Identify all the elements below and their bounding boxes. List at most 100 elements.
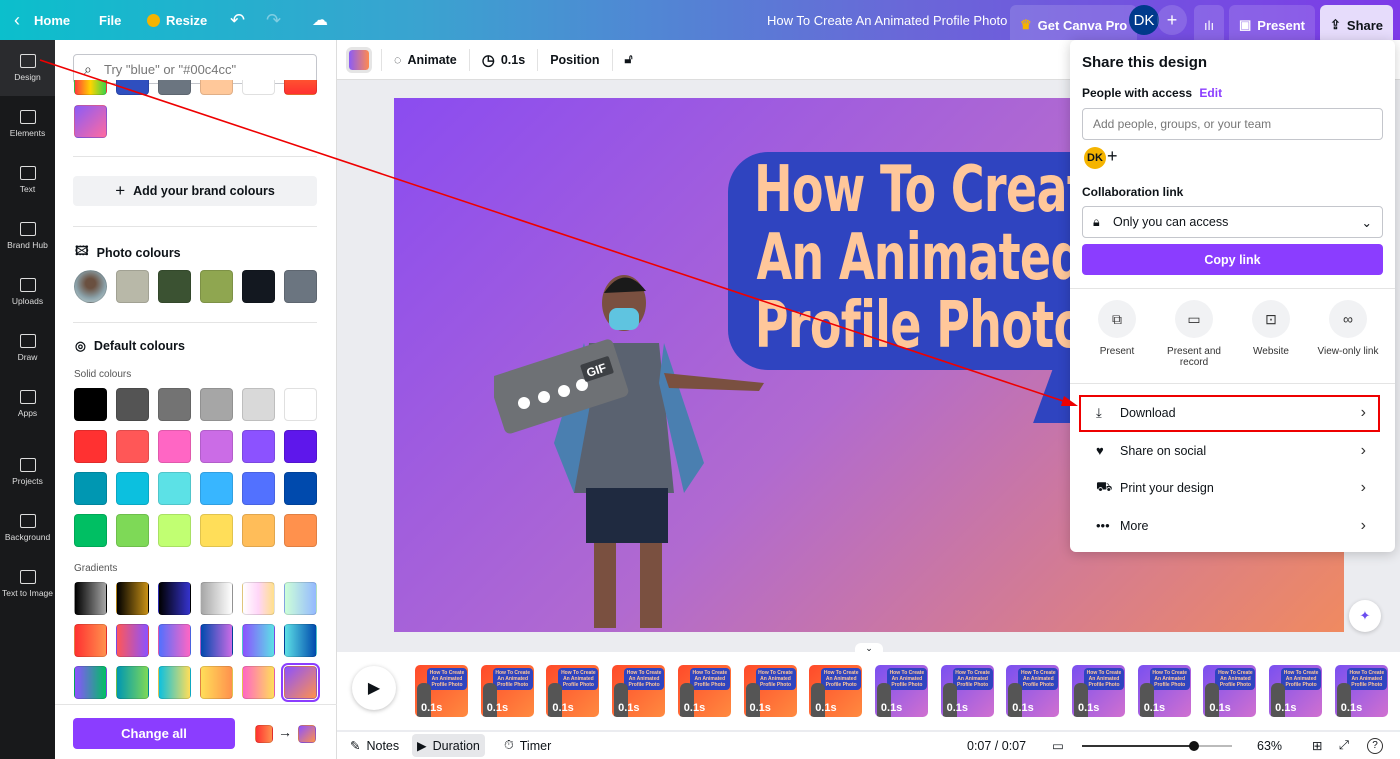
add-person-button[interactable]: + bbox=[1107, 146, 1118, 167]
page-thumbnail[interactable]: How To Create An Animated Profile Photo 0… bbox=[546, 665, 600, 717]
cloud-save-icon[interactable]: ☁ bbox=[312, 0, 328, 40]
present-button[interactable]: ▣ Present bbox=[1229, 5, 1315, 45]
redo-button[interactable]: ↷ bbox=[266, 0, 281, 40]
share-row-more[interactable]: ••• More › bbox=[1080, 508, 1380, 544]
solid-colour-swatch[interactable] bbox=[74, 388, 107, 421]
zoom-level[interactable]: 63% bbox=[1252, 734, 1287, 757]
solid-colour-swatch[interactable] bbox=[158, 472, 191, 505]
photo-swatch[interactable] bbox=[74, 270, 107, 303]
copy-link-button[interactable]: Copy link bbox=[1082, 244, 1383, 275]
share-option-present[interactable]: ⧉ Present bbox=[1077, 300, 1157, 357]
home-button[interactable]: ‹ Home bbox=[14, 0, 70, 40]
page-thumbnail[interactable]: How To Create An Animated Profile Photo 0… bbox=[1006, 665, 1060, 717]
solid-colour-swatch[interactable] bbox=[242, 388, 275, 421]
share-option-website[interactable]: ⊡ Website bbox=[1231, 300, 1311, 357]
rail-item-text-to-image[interactable]: Text to Image bbox=[0, 556, 55, 612]
analytics-icon[interactable]: ılı bbox=[1194, 5, 1225, 45]
edit-access-link[interactable]: Edit bbox=[1199, 86, 1222, 100]
solid-colour-swatch[interactable] bbox=[200, 472, 233, 505]
share-row-share-on-social[interactable]: ♥ Share on social › bbox=[1080, 433, 1380, 469]
design-title[interactable]: How To Create An Animated Profile Photo bbox=[767, 0, 1007, 40]
fullscreen-icon[interactable]: ⤢ bbox=[1334, 734, 1354, 757]
solid-colour-swatch[interactable] bbox=[200, 514, 233, 547]
gradient-swatch[interactable] bbox=[158, 624, 191, 657]
rail-item-brand-hub[interactable]: Brand Hub bbox=[0, 208, 55, 264]
photo-colour-swatch[interactable] bbox=[200, 270, 233, 303]
rail-item-elements[interactable]: Elements bbox=[0, 96, 55, 152]
position-button[interactable]: Position bbox=[538, 48, 613, 71]
lock-icon[interactable]: 🔓︎ bbox=[613, 49, 645, 71]
solid-colour-swatch[interactable] bbox=[242, 472, 275, 505]
gradient-swatch[interactable] bbox=[284, 582, 317, 615]
solid-colour-swatch[interactable] bbox=[74, 514, 107, 547]
gradient-swatch[interactable] bbox=[242, 666, 275, 699]
solid-colour-swatch[interactable] bbox=[200, 388, 233, 421]
solid-colour-swatch[interactable] bbox=[116, 430, 149, 463]
solid-colour-swatch[interactable] bbox=[74, 430, 107, 463]
solid-colour-swatch[interactable] bbox=[74, 472, 107, 505]
page-thumbnail[interactable]: How To Create An Animated Profile Photo 0… bbox=[743, 665, 797, 717]
photo-colour-swatch[interactable] bbox=[116, 270, 149, 303]
solid-colour-swatch[interactable] bbox=[200, 430, 233, 463]
page-thumbnail[interactable]: How To Create An Animated Profile Photo 0… bbox=[677, 665, 731, 717]
gradient-swatch[interactable] bbox=[116, 624, 149, 657]
gradient-swatch[interactable] bbox=[74, 582, 107, 615]
gradient-swatch[interactable] bbox=[116, 582, 149, 615]
gradient-swatch[interactable] bbox=[158, 666, 191, 699]
rail-item-projects[interactable]: Projects bbox=[0, 444, 55, 500]
page-thumbnail[interactable]: How To Create An Animated Profile Photo 0… bbox=[1072, 665, 1125, 717]
file-menu[interactable]: File bbox=[99, 0, 121, 40]
solid-colour-swatch[interactable] bbox=[242, 514, 275, 547]
animate-button[interactable]: ◌ Animate bbox=[382, 48, 470, 71]
solid-colour-swatch[interactable] bbox=[284, 430, 317, 463]
photo-colour-swatch[interactable] bbox=[158, 270, 191, 303]
grid-view-icon[interactable]: ⊞ bbox=[1307, 734, 1327, 757]
page-thumbnail[interactable]: How To Create An Animated Profile Photo 0… bbox=[415, 665, 468, 717]
page-thumbnail[interactable]: How To Create An Animated Profile Photo 0… bbox=[612, 665, 666, 717]
duration-button[interactable]: ◷ 0.1s bbox=[470, 48, 539, 71]
page-thumbnail[interactable]: How To Create An Animated Profile Photo 0… bbox=[809, 665, 863, 717]
rail-item-apps[interactable]: Apps bbox=[0, 376, 55, 432]
share-button[interactable]: ⇪ Share bbox=[1320, 5, 1394, 45]
solid-colour-swatch[interactable] bbox=[242, 430, 275, 463]
share-row-download[interactable]: ⤓ Download › bbox=[1080, 395, 1380, 431]
gradient-swatch[interactable] bbox=[200, 624, 233, 657]
colour-swatch[interactable] bbox=[74, 105, 107, 138]
undo-button[interactable]: ↶ bbox=[230, 0, 245, 40]
solid-colour-swatch[interactable] bbox=[284, 514, 317, 547]
solid-colour-swatch[interactable] bbox=[158, 430, 191, 463]
solid-colour-swatch[interactable] bbox=[116, 388, 149, 421]
solid-colour-swatch[interactable] bbox=[284, 388, 317, 421]
gradient-swatch[interactable] bbox=[116, 666, 149, 699]
add-member-button[interactable]: + bbox=[1157, 5, 1187, 35]
solid-colour-swatch[interactable] bbox=[158, 514, 191, 547]
gradient-swatch[interactable] bbox=[74, 666, 107, 699]
notes-button[interactable]: ✎ Notes bbox=[345, 734, 404, 757]
gradient-swatch[interactable] bbox=[200, 582, 233, 615]
colour-search-input[interactable]: ⌕ Try "blue" or "#00c4cc" bbox=[73, 54, 317, 84]
gradient-swatch[interactable] bbox=[200, 666, 233, 699]
share-row-print-your-design[interactable]: ⛟ Print your design › bbox=[1080, 470, 1380, 506]
avatar[interactable]: DK bbox=[1129, 5, 1159, 35]
gradient-swatch[interactable] bbox=[74, 624, 107, 657]
solid-colour-swatch[interactable] bbox=[116, 514, 149, 547]
solid-colour-swatch[interactable] bbox=[284, 472, 317, 505]
page-thumbnail[interactable]: How To Create An Animated Profile Photo 0… bbox=[940, 665, 994, 717]
share-option-view-only-link[interactable]: ∞ View-only link bbox=[1308, 300, 1388, 357]
gradient-swatch[interactable] bbox=[158, 582, 191, 615]
page-thumbnail[interactable]: How To Create An Animated Profile Photo 0… bbox=[874, 665, 928, 717]
get-pro-button[interactable]: ♛ Get Canva Pro bbox=[1010, 5, 1138, 45]
gradient-swatch[interactable] bbox=[284, 624, 317, 657]
page-thumbnail[interactable]: How To Create An Animated Profile Photo 0… bbox=[1137, 665, 1191, 717]
change-all-button[interactable]: Change all bbox=[73, 718, 235, 749]
resize-button[interactable]: Resize bbox=[147, 0, 207, 40]
page-thumbnail[interactable]: How To Create An Animated Profile Photo 0… bbox=[1334, 665, 1388, 717]
page-view-icon[interactable]: ▭ bbox=[1047, 734, 1069, 757]
photo-colour-swatch[interactable] bbox=[242, 270, 275, 303]
share-option-present-and-record[interactable]: ▭ Present and record bbox=[1154, 300, 1234, 368]
help-icon[interactable]: ? bbox=[1362, 734, 1388, 757]
solid-colour-swatch[interactable] bbox=[158, 388, 191, 421]
duration-button[interactable]: ▶ Duration bbox=[412, 734, 485, 757]
rail-item-background[interactable]: Background bbox=[0, 500, 55, 556]
zoom-slider-handle[interactable] bbox=[1188, 741, 1199, 751]
